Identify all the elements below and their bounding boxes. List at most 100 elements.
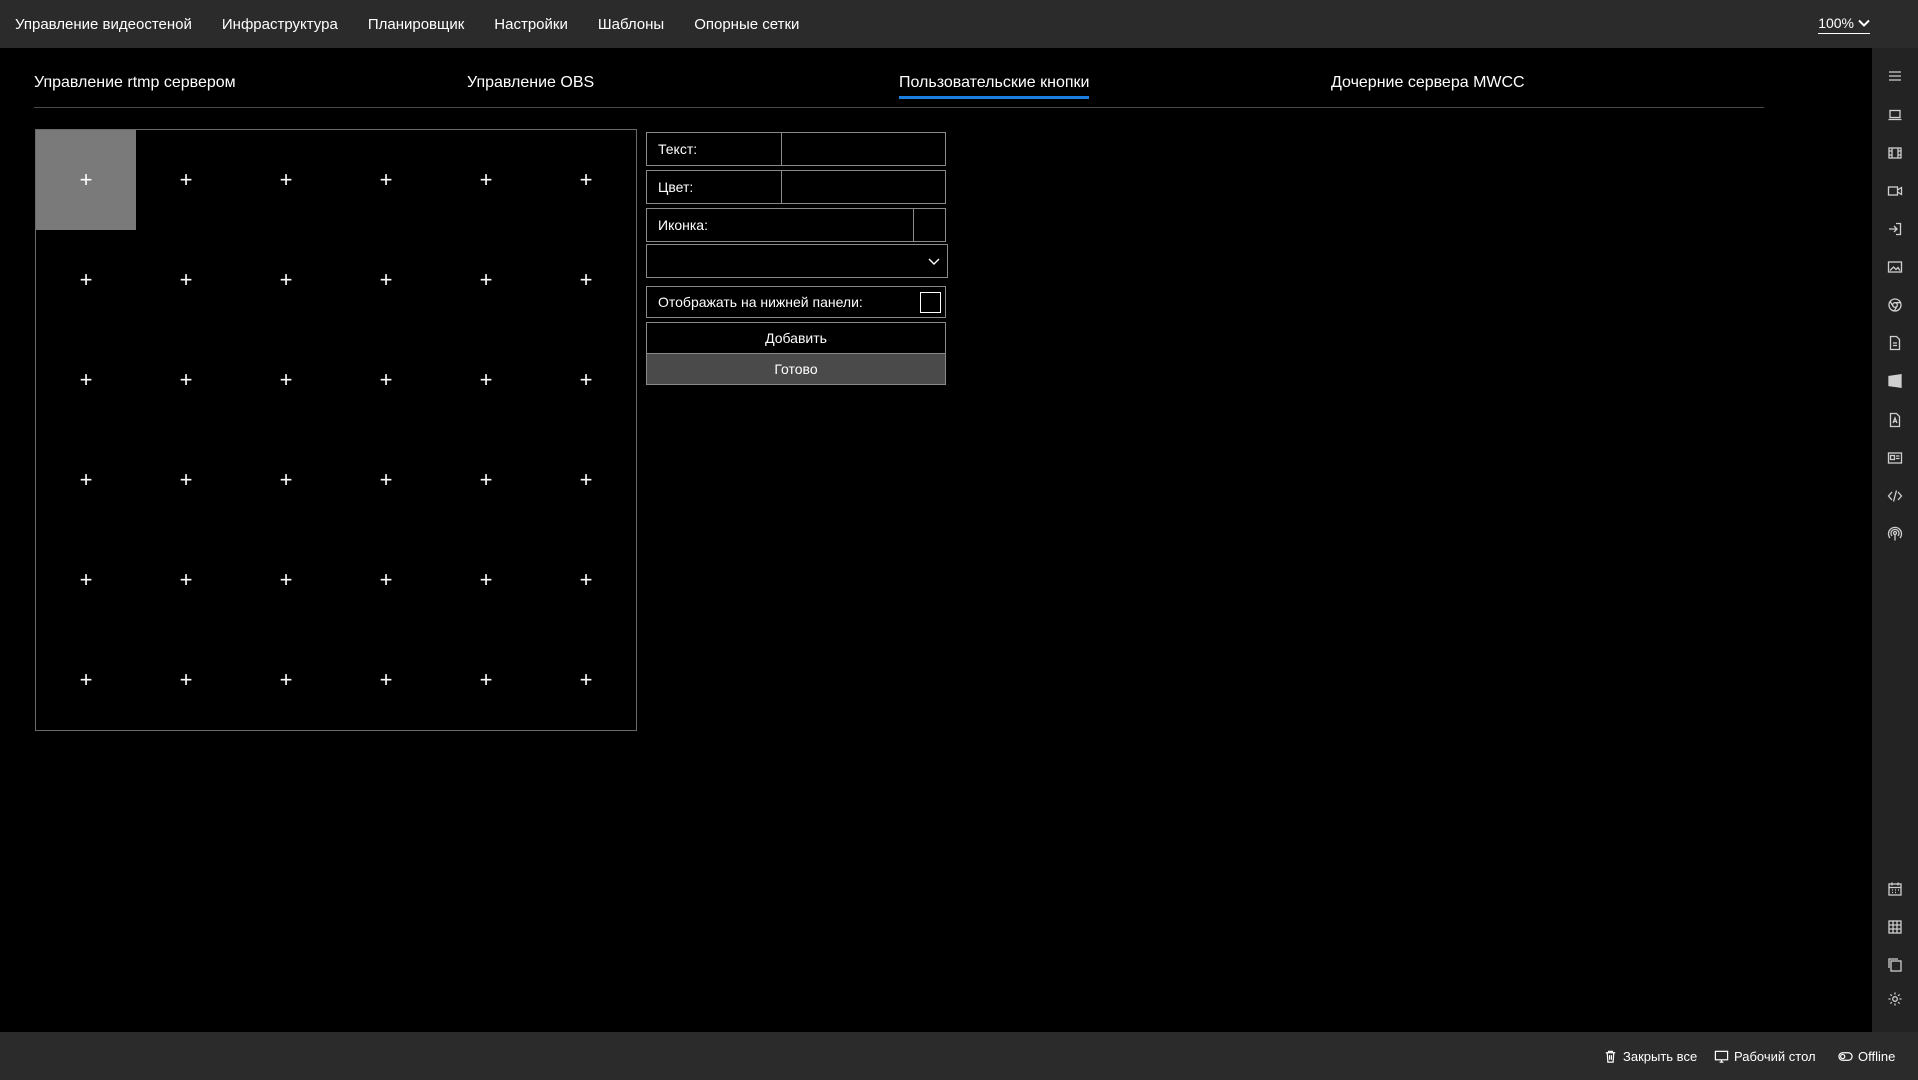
chevron-down-icon xyxy=(928,258,940,265)
plus-icon: + xyxy=(579,367,593,392)
grid-cell[interactable]: + xyxy=(436,430,536,530)
grid-cell[interactable]: + xyxy=(236,130,336,230)
button-grid: + + + + + + + + + + + + + + + + + + + + + + + + + + + + + + + + + + + + xyxy=(36,130,636,730)
code-icon[interactable] xyxy=(1886,487,1904,505)
plus-icon: + xyxy=(579,567,593,592)
grid-cell[interactable]: + xyxy=(236,230,336,330)
grid-cell[interactable]: + xyxy=(436,330,536,430)
grid-cell[interactable]: + xyxy=(536,230,636,330)
grid-cell[interactable]: + xyxy=(136,630,236,730)
show-bottom-panel-checkbox[interactable] xyxy=(920,292,941,313)
plus-icon: + xyxy=(79,567,93,592)
grid-cell[interactable]: + xyxy=(336,430,436,530)
grid-cell[interactable]: + xyxy=(236,430,336,530)
grid-cell[interactable]: + xyxy=(36,130,136,230)
grid-cell[interactable]: + xyxy=(136,130,236,230)
plus-icon: + xyxy=(79,367,93,392)
grid-cell[interactable]: + xyxy=(236,330,336,430)
grid-cell[interactable]: + xyxy=(36,430,136,530)
grid-cell[interactable]: + xyxy=(36,630,136,730)
icon-row: Иконка: xyxy=(646,208,946,242)
grid-cell[interactable]: + xyxy=(536,430,636,530)
sign-in-icon[interactable] xyxy=(1886,220,1904,238)
image-icon[interactable] xyxy=(1886,258,1904,276)
plus-icon: + xyxy=(279,467,293,492)
menu-item-settings[interactable]: Настройки xyxy=(494,16,568,33)
menu-icon[interactable] xyxy=(1886,67,1904,85)
grid-cell[interactable]: + xyxy=(336,330,436,430)
grid-cell[interactable]: + xyxy=(536,630,636,730)
grid-cell[interactable]: + xyxy=(436,630,536,730)
show-bottom-panel-label: Отображать на нижней панели: xyxy=(658,294,863,310)
menu-item-reference-grids[interactable]: Опорные сетки xyxy=(694,16,799,33)
plus-icon: + xyxy=(179,367,193,392)
tab-obs[interactable]: Управление OBS xyxy=(467,74,594,96)
menu-item-templates[interactable]: Шаблоны xyxy=(598,16,664,33)
grid-cell[interactable]: + xyxy=(336,530,436,630)
plus-icon: + xyxy=(279,667,293,692)
calendar-icon[interactable] xyxy=(1886,880,1904,898)
icon-preview[interactable] xyxy=(913,209,945,241)
grid-cell[interactable]: + xyxy=(436,530,536,630)
grid-cell[interactable]: + xyxy=(536,530,636,630)
connection-status[interactable]: Offline xyxy=(1838,1032,1895,1080)
plus-icon: + xyxy=(479,367,493,392)
grid-cell[interactable]: + xyxy=(536,130,636,230)
close-all-button[interactable]: Закрыть все xyxy=(1603,1032,1697,1080)
grid-cell[interactable]: + xyxy=(436,130,536,230)
menu-item-scheduler[interactable]: Планировщик xyxy=(368,16,464,33)
tab-rtmp-server[interactable]: Управление rtmp сервером xyxy=(34,74,236,96)
tab-custom-buttons[interactable]: Пользовательские кнопки xyxy=(899,74,1090,99)
color-input[interactable] xyxy=(781,171,945,203)
video-camera-icon[interactable] xyxy=(1886,182,1904,200)
pdf-icon[interactable] xyxy=(1886,411,1904,429)
tab-mwcc-child-servers[interactable]: Дочерние сервера MWCC xyxy=(1331,74,1525,96)
grid-cell[interactable]: + xyxy=(136,530,236,630)
grid-cell[interactable]: + xyxy=(436,230,536,330)
plus-icon: + xyxy=(79,667,93,692)
plus-icon: + xyxy=(179,267,193,292)
grid-cell[interactable]: + xyxy=(336,630,436,730)
grid-cell[interactable]: + xyxy=(336,130,436,230)
grid-cell[interactable]: + xyxy=(236,630,336,730)
plus-icon: + xyxy=(179,567,193,592)
desktop-button[interactable]: Рабочий стол xyxy=(1714,1032,1816,1080)
grid-cell[interactable]: + xyxy=(136,230,236,330)
grid-cell[interactable]: + xyxy=(336,230,436,330)
plus-icon: + xyxy=(579,167,593,192)
laptop-icon[interactable] xyxy=(1886,106,1904,124)
color-label: Цвет: xyxy=(658,179,694,195)
table-icon[interactable] xyxy=(1886,918,1904,936)
grid-cell[interactable]: + xyxy=(36,330,136,430)
plus-icon: + xyxy=(379,267,393,292)
id-card-icon[interactable] xyxy=(1886,449,1904,467)
grid-cell[interactable]: + xyxy=(536,330,636,430)
done-button[interactable]: Готово xyxy=(646,353,946,385)
grid-cell[interactable]: + xyxy=(236,530,336,630)
film-icon[interactable] xyxy=(1886,144,1904,162)
add-button[interactable]: Добавить xyxy=(646,322,946,354)
close-all-label: Закрыть все xyxy=(1623,1048,1698,1064)
chrome-icon[interactable] xyxy=(1886,296,1904,314)
document-icon[interactable] xyxy=(1886,334,1904,352)
settings-icon[interactable] xyxy=(1886,990,1904,1008)
menu-item-infrastructure[interactable]: Инфраструктура xyxy=(222,16,338,33)
menu-item-videowall[interactable]: Управление видеостеной xyxy=(15,16,192,33)
broadcast-icon[interactable] xyxy=(1886,525,1904,543)
tab-bar: Управление rtmp сервером Управление OBS … xyxy=(34,60,1764,108)
grid-cell[interactable]: + xyxy=(36,530,136,630)
windows-icon[interactable] xyxy=(1886,372,1904,390)
plus-icon: + xyxy=(279,267,293,292)
monitor-icon xyxy=(1714,1050,1729,1063)
copy-icon[interactable] xyxy=(1886,956,1904,974)
zoom-dropdown[interactable]: 100% xyxy=(1818,15,1870,34)
grid-cell[interactable]: + xyxy=(136,330,236,430)
plus-icon: + xyxy=(579,467,593,492)
grid-cell[interactable]: + xyxy=(136,430,236,530)
text-input[interactable] xyxy=(781,133,945,165)
grid-cell[interactable]: + xyxy=(36,230,136,330)
plus-icon: + xyxy=(479,567,493,592)
icon-select[interactable] xyxy=(646,244,948,278)
plus-icon: + xyxy=(379,667,393,692)
color-row: Цвет: xyxy=(646,170,946,204)
